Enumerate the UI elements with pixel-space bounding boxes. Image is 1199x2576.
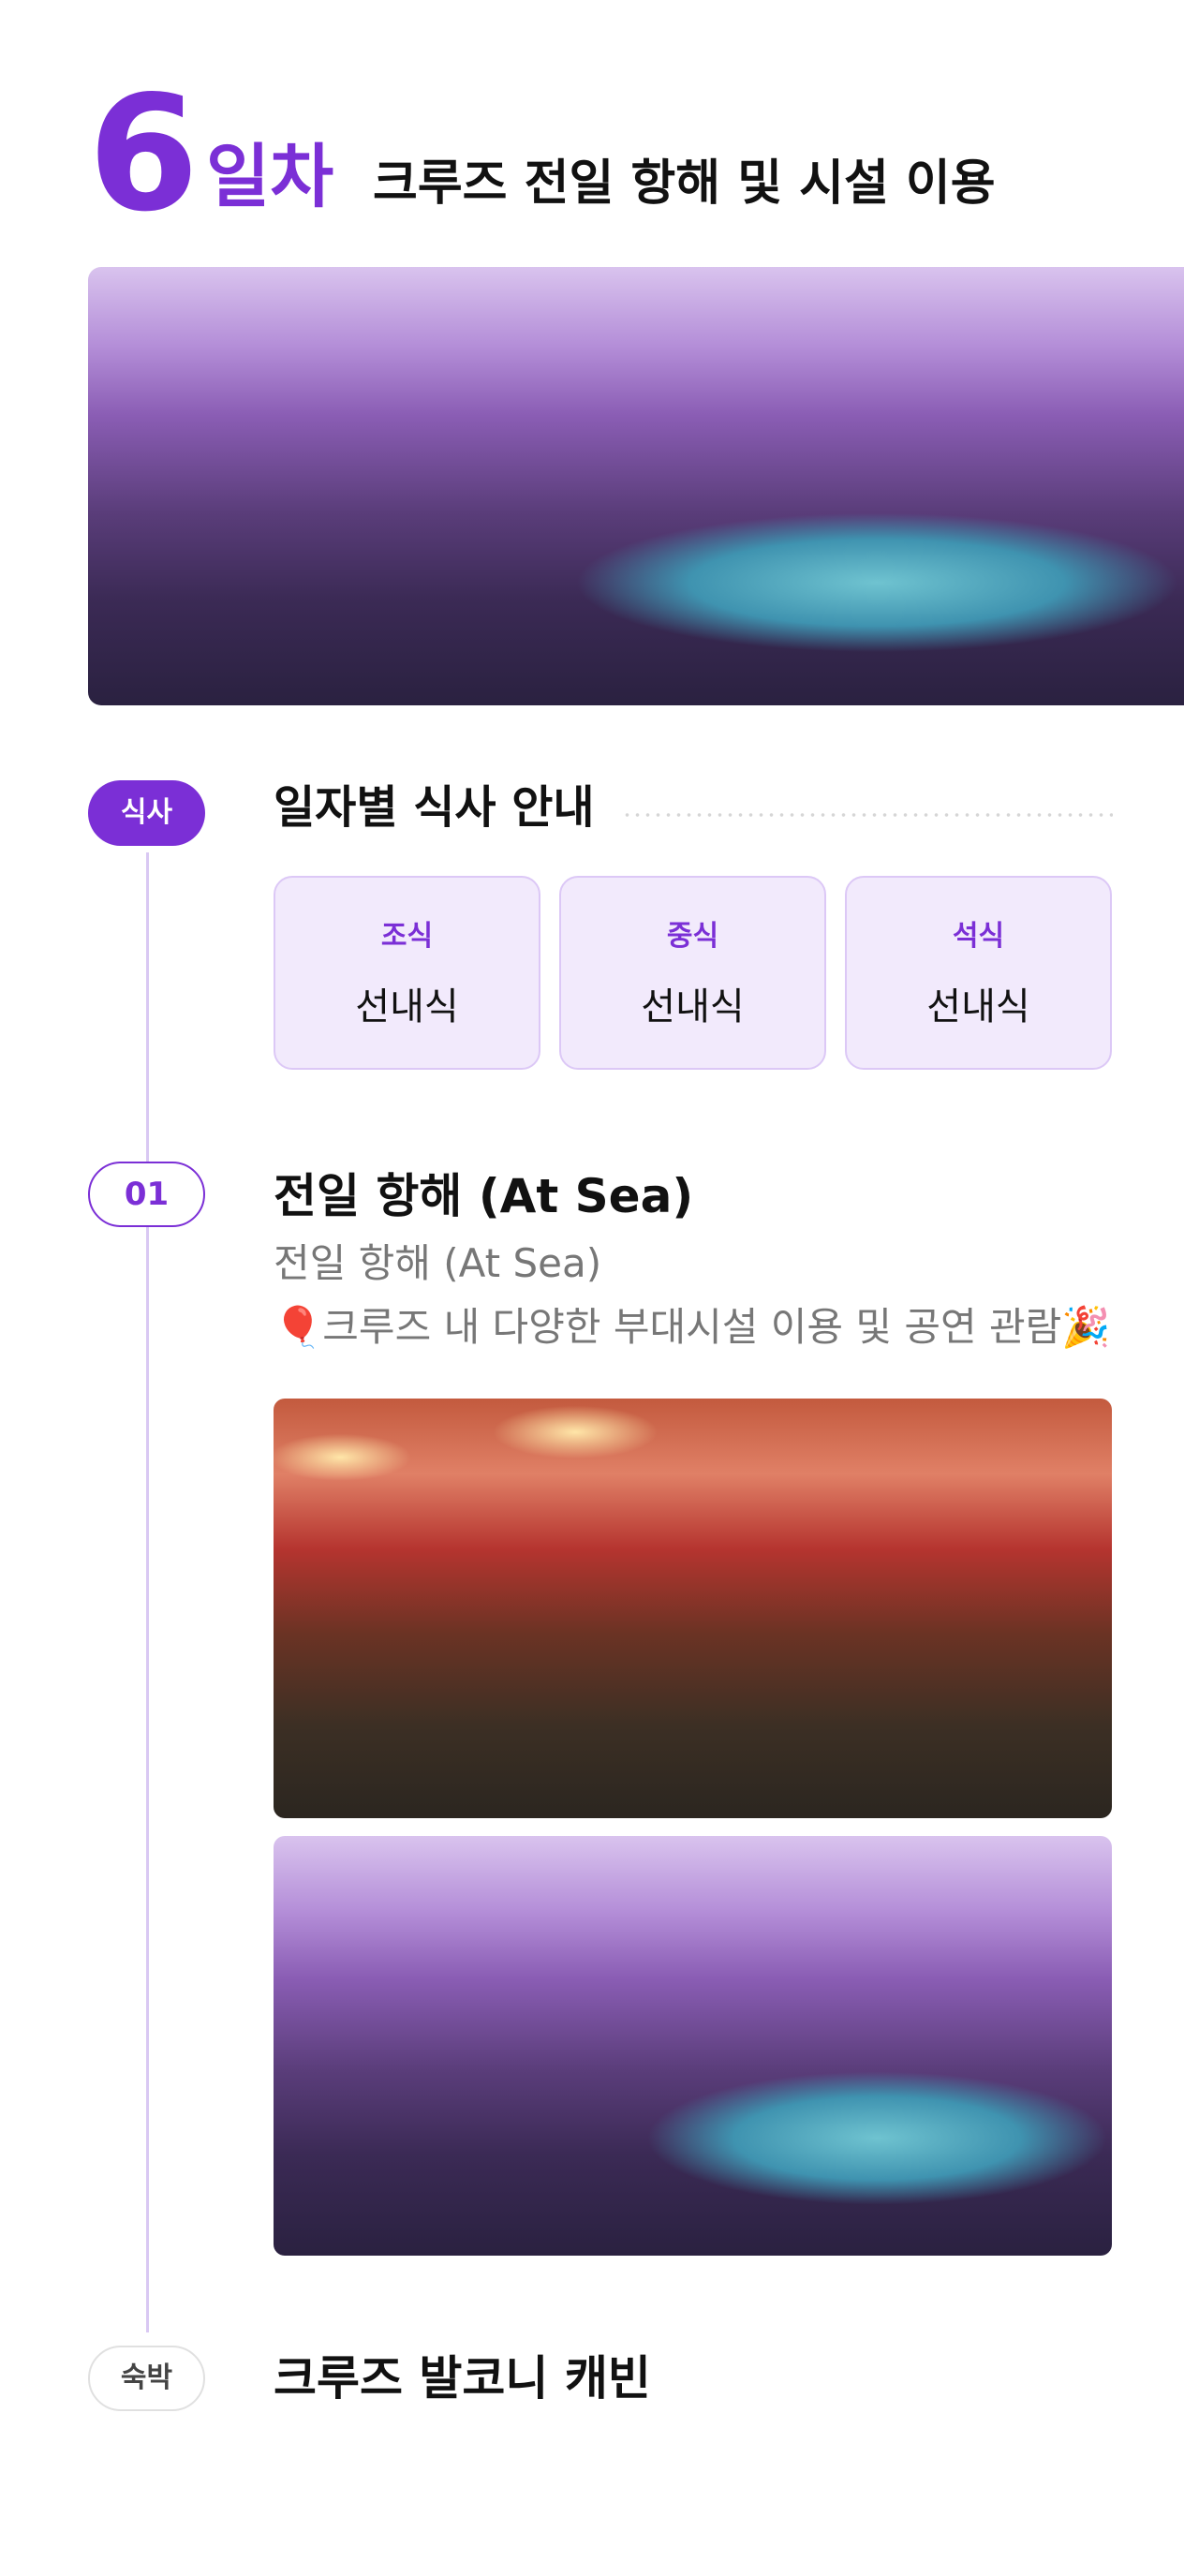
meal-value: 선내식: [355, 985, 459, 1029]
meal-label: 조식: [380, 920, 434, 953]
hero-photo: [88, 267, 1184, 705]
day-number: 6: [88, 62, 199, 247]
timeline-line: [146, 852, 149, 2332]
activity-subtitle: 전일 항해 (At Sea): [274, 1240, 602, 1286]
stay-badge: 숙박: [88, 2346, 205, 2411]
activity-description: 🎈크루즈 내 다양한 부대시설 이용 및 공연 관람🎉: [274, 1304, 1111, 1350]
step-badge: 01: [88, 1162, 205, 1227]
day-unit-label: 일차: [206, 137, 334, 217]
dotted-divider: [622, 813, 1113, 817]
meal-badge: 식사: [88, 780, 205, 846]
stay-title: 크루즈 발코니 캐빈: [274, 2351, 651, 2406]
day-title: 크루즈 전일 항해 및 시설 이용: [373, 155, 996, 212]
meal-card-breakfast: 조식 선내식: [274, 876, 540, 1070]
meal-value: 선내식: [641, 985, 745, 1029]
meal-heading: 일자별 식사 안내: [274, 781, 595, 834]
meal-label: 중식: [666, 920, 719, 953]
atrium-bar-photo: [274, 1399, 1112, 1818]
meal-card-dinner: 석식 선내식: [845, 876, 1112, 1070]
meal-card-lunch: 중식 선내식: [559, 876, 826, 1070]
meal-value: 선내식: [926, 985, 1030, 1029]
meal-label: 석식: [952, 920, 1005, 953]
activity-title: 전일 항해 (At Sea): [274, 1169, 694, 1223]
pool-deck-photo: [274, 1836, 1112, 2256]
